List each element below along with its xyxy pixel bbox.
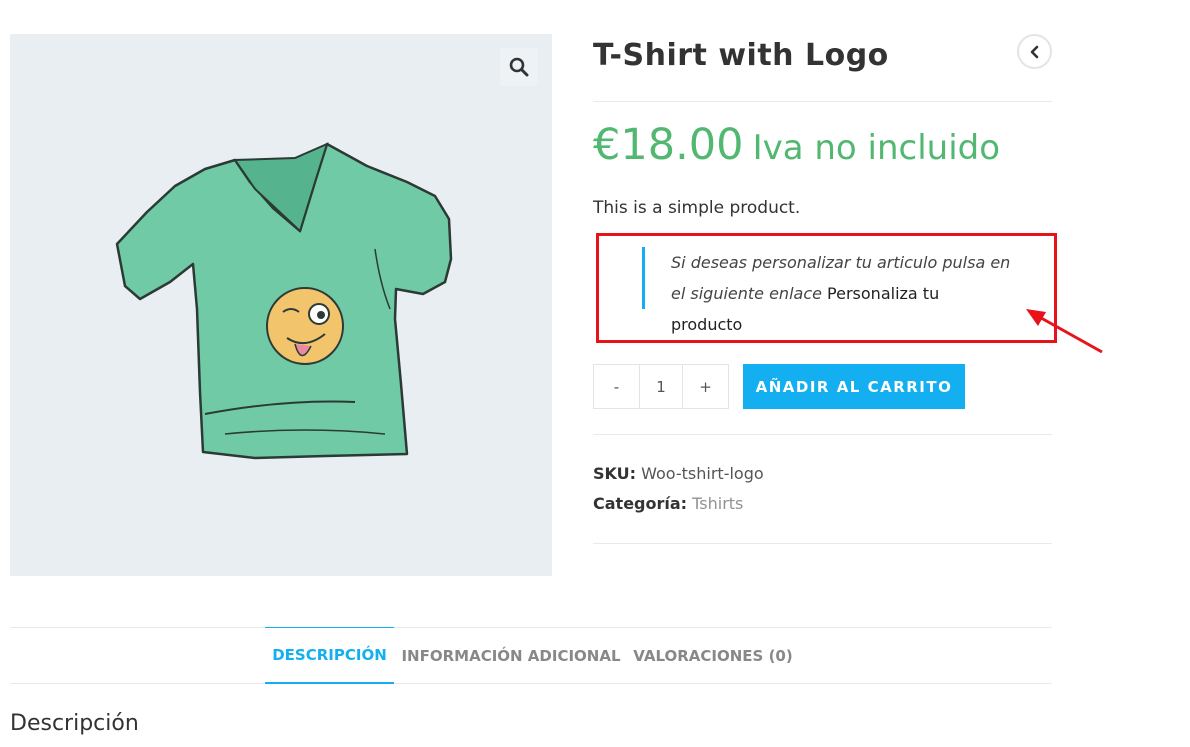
tshirt-image bbox=[115, 142, 453, 460]
sku-label: SKU: bbox=[593, 464, 637, 483]
short-description: This is a simple product. bbox=[593, 198, 801, 218]
search-icon bbox=[509, 57, 529, 77]
quantity-increase-button[interactable]: + bbox=[683, 365, 728, 408]
divider bbox=[593, 543, 1052, 544]
category-label: Categoría: bbox=[593, 494, 688, 513]
tab-reviews[interactable]: VALORACIONES (0) bbox=[632, 627, 794, 684]
tab-description[interactable]: DESCRIPCIÓN bbox=[265, 627, 394, 684]
zoom-button[interactable] bbox=[500, 48, 538, 86]
tab-additional-info[interactable]: INFORMACIÓN ADICIONAL bbox=[400, 627, 622, 684]
sku-row: SKU: Woo-tshirt-logo bbox=[593, 464, 764, 483]
category-link[interactable]: Tshirts bbox=[692, 494, 743, 513]
product-title: T-Shirt with Logo bbox=[593, 38, 889, 73]
description-heading: Descripción bbox=[10, 711, 139, 736]
price-suffix: Iva no incluido bbox=[752, 128, 1001, 168]
quantity-stepper: - 1 + bbox=[593, 364, 729, 409]
divider bbox=[593, 101, 1052, 102]
quantity-input[interactable]: 1 bbox=[639, 365, 683, 408]
sku-value: Woo-tshirt-logo bbox=[641, 464, 764, 483]
category-row: Categoría: Tshirts bbox=[593, 494, 743, 513]
price-amount: €18.00 bbox=[593, 120, 744, 170]
divider bbox=[593, 434, 1052, 435]
quantity-decrease-button[interactable]: - bbox=[594, 365, 639, 408]
red-arrow-annotation bbox=[1026, 309, 1103, 354]
chevron-left-icon bbox=[1030, 45, 1038, 58]
add-to-cart-button[interactable]: AÑADIR AL CARRITO bbox=[743, 364, 965, 409]
product-price: €18.00 Iva no incluido bbox=[593, 120, 1000, 170]
product-image-gallery[interactable] bbox=[10, 34, 552, 576]
product-nav-button[interactable] bbox=[1017, 34, 1052, 69]
customize-note: Si deseas personalizar tu articulo pulsa… bbox=[642, 247, 1012, 334]
